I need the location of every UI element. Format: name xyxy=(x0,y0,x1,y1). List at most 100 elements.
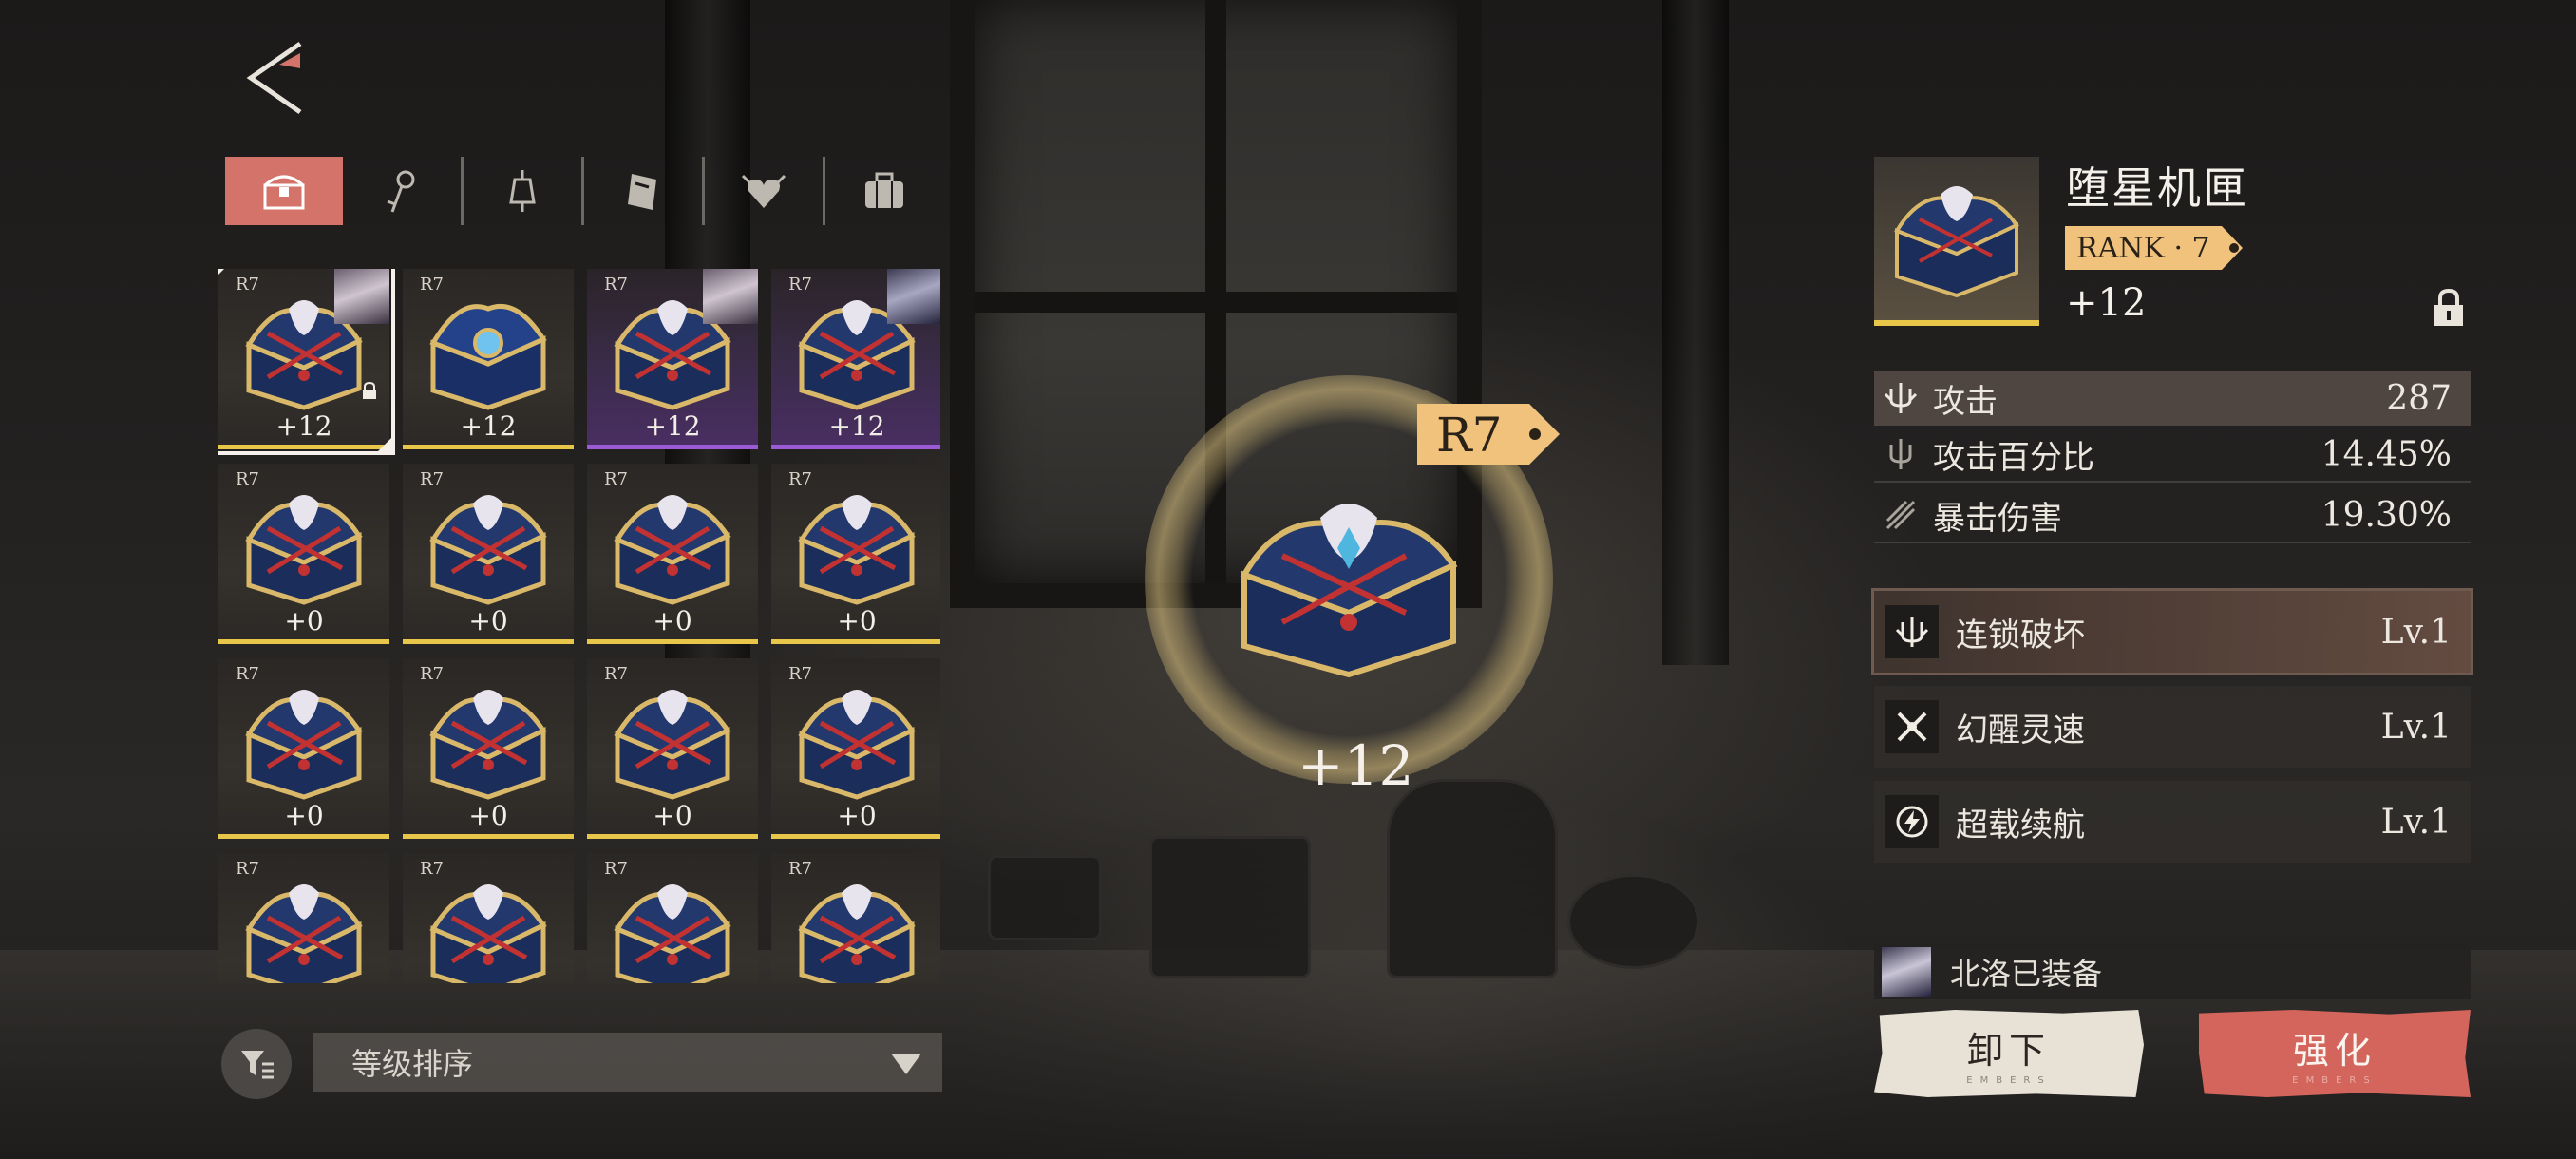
slot-rank: R7 xyxy=(604,859,629,879)
equipment-slot[interactable]: R7 +12 xyxy=(771,269,940,449)
showcase-level: +12 xyxy=(1297,733,1414,798)
sort-dropdown[interactable]: 等级排序 xyxy=(313,1033,942,1092)
slot-level: +0 xyxy=(284,800,324,831)
tab-chest[interactable] xyxy=(225,157,343,225)
item-name: 堕星机匣 xyxy=(2066,162,2248,214)
main-stat-value: 287 xyxy=(2386,378,2452,418)
book-icon xyxy=(628,174,656,210)
equipment-slot[interactable]: R7 xyxy=(403,853,574,983)
rarity-bar xyxy=(403,639,574,644)
filter-button[interactable] xyxy=(221,1029,292,1099)
slot-rank: R7 xyxy=(236,664,260,684)
slot-level: +0 xyxy=(468,605,508,636)
filter-icon xyxy=(241,1051,274,1079)
tab-book[interactable] xyxy=(584,157,702,225)
slot-level: +0 xyxy=(837,800,877,831)
equipment-slot[interactable]: R7 +0 xyxy=(587,658,758,839)
equipment-slot[interactable]: R7 +0 xyxy=(403,658,574,839)
unequip-label: 卸下 xyxy=(1966,1030,2051,1072)
slot-level: +0 xyxy=(837,605,877,636)
dropdown-arrow-icon xyxy=(891,1054,921,1074)
equipment-slot[interactable]: R7 xyxy=(218,853,389,983)
suitcase-icon xyxy=(865,172,903,208)
rarity-bar xyxy=(771,639,940,644)
skill-level: Lv.1 xyxy=(2380,707,2452,747)
winged-heart-icon xyxy=(741,174,786,208)
chest-image xyxy=(798,495,916,605)
equipment-slot[interactable]: R7 +0 xyxy=(218,464,389,644)
equipment-slot[interactable]: R7 +0 xyxy=(587,464,758,644)
skill-name: 超载续航 xyxy=(1956,806,2085,845)
chest-image xyxy=(614,884,731,983)
lock-button[interactable] xyxy=(2432,288,2466,328)
slot-level: +12 xyxy=(644,410,701,442)
slot-rank: R7 xyxy=(420,859,445,879)
chest-image xyxy=(614,690,731,800)
equipment-slot[interactable]: R7 xyxy=(771,853,940,983)
lightning-circle-icon xyxy=(1885,795,1939,848)
equipment-slot[interactable]: R7 +0 xyxy=(771,658,940,839)
category-tabs xyxy=(225,157,943,225)
slot-level: +12 xyxy=(828,410,885,442)
slot-rank: R7 xyxy=(420,275,445,294)
chest-thumbnail-image xyxy=(1894,186,2019,298)
chest-image xyxy=(798,690,916,800)
equipment-slot[interactable]: R7 +12 xyxy=(218,269,395,455)
crossed-blades-icon xyxy=(1885,700,1939,753)
item-level: +12 xyxy=(2066,281,2147,325)
unequip-button[interactable]: 卸下 EMBERS xyxy=(1874,1010,2144,1097)
slot-rank: R7 xyxy=(788,664,813,684)
sort-label: 等级排序 xyxy=(351,1046,474,1082)
chest-image xyxy=(245,884,363,983)
rarity-bar xyxy=(218,445,389,449)
rarity-bar xyxy=(771,445,940,449)
rank-badge-text: RANK · 7 xyxy=(2065,226,2222,270)
showcase-chest-image xyxy=(1240,504,1458,678)
sub-stat-row: 攻击百分比 14.45% xyxy=(1874,428,2471,483)
chest-image xyxy=(429,495,547,605)
tab-lantern[interactable] xyxy=(464,157,581,225)
slot-rank: R7 xyxy=(236,859,260,879)
character-avatar xyxy=(703,269,758,324)
slot-rank: R7 xyxy=(420,469,445,489)
equipment-slot[interactable]: R7 xyxy=(587,853,758,983)
sub-stat-name: 暴击伤害 xyxy=(1933,499,2062,538)
rarity-bar xyxy=(587,834,758,839)
tab-suitcase[interactable] xyxy=(825,157,943,225)
equipment-slot[interactable]: R7 +0 xyxy=(403,464,574,644)
upgrade-button[interactable]: 强化 EMBERS xyxy=(2199,1010,2471,1097)
upgrade-subtext: EMBERS xyxy=(2292,1075,2377,1086)
slot-level: +0 xyxy=(284,605,324,636)
slot-rank: R7 xyxy=(788,469,813,489)
equipment-slot[interactable]: R7 +12 xyxy=(587,269,758,449)
chest-image xyxy=(245,495,363,605)
tab-heart[interactable] xyxy=(705,157,823,225)
slot-level: +0 xyxy=(468,800,508,831)
slot-level: +12 xyxy=(275,410,332,442)
showcase-rank-text: R7 xyxy=(1436,408,1503,463)
rank-badge: RANK · 7 xyxy=(2065,226,2243,270)
skill-row-chain-break[interactable]: 连锁破坏 Lv.1 xyxy=(1871,588,2473,675)
character-avatar xyxy=(887,269,940,324)
skill-row-overload[interactable]: 超载续航 Lv.1 xyxy=(1874,781,2471,863)
item-thumbnail xyxy=(1874,157,2039,326)
equipment-slot[interactable]: R7 +0 xyxy=(771,464,940,644)
showcase-rank-tag: R7 xyxy=(1417,404,1560,465)
slot-rank: R7 xyxy=(420,664,445,684)
tab-key[interactable] xyxy=(343,157,461,225)
back-button[interactable] xyxy=(245,40,306,116)
lantern-icon xyxy=(509,170,536,212)
skill-name: 幻醒灵速 xyxy=(1956,711,2085,750)
sub-stat-value: 19.30% xyxy=(2320,495,2452,535)
rarity-bar xyxy=(587,639,758,644)
skill-level: Lv.1 xyxy=(2380,802,2452,842)
chest-image xyxy=(429,690,547,800)
unequip-subtext: EMBERS xyxy=(1966,1075,2052,1086)
chain-break-icon xyxy=(1885,605,1939,658)
chest-image xyxy=(798,884,916,983)
slot-level: +12 xyxy=(460,410,517,442)
equipment-grid: R7 +12 R7 +12 R7 +12 R7 +12 R7 +0 R7 +0 R7 +0 R7 +0 R7 +0… xyxy=(218,269,940,983)
equipment-slot[interactable]: R7 +0 xyxy=(218,658,389,839)
equipment-slot[interactable]: R7 +12 xyxy=(403,269,574,449)
skill-row-phantom-speed[interactable]: 幻醒灵速 Lv.1 xyxy=(1874,686,2471,768)
